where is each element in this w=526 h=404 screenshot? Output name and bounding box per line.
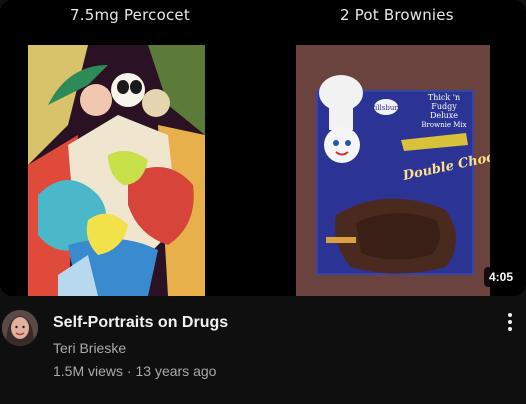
dot	[508, 320, 512, 324]
dot	[508, 313, 512, 317]
channel-avatar[interactable]	[2, 310, 38, 346]
video-metadata: 1.5M views · 13 years ago	[53, 361, 216, 381]
brownie-box-image: Pillsbury Thick 'n Fudgy Deluxe Brownie …	[296, 45, 526, 296]
video-thumbnail[interactable]: 7.5mg Percocet 2 Pot Brownies Pillsbury …	[0, 0, 526, 296]
box-tagline-1: Thick 'n	[428, 93, 460, 102]
box-tagline-3: Deluxe	[430, 111, 458, 120]
duration-badge: 4:05	[483, 267, 518, 287]
upload-age: 13 years ago	[135, 363, 217, 379]
box-tagline-2: Fudgy	[431, 102, 457, 111]
box-tagline-4: Brownie Mix	[421, 121, 466, 129]
meta-separator: ·	[126, 363, 132, 379]
view-count: 1.5M views	[53, 363, 124, 379]
video-title[interactable]: Self-Portraits on Drugs	[53, 313, 483, 333]
dot	[508, 327, 512, 331]
thumbnail-caption-right: 2 Pot Brownies	[340, 6, 454, 24]
thumbnail-caption-left: 7.5mg Percocet	[70, 6, 190, 24]
channel-name[interactable]: Teri Brieske	[53, 338, 126, 358]
percocet-portrait-image	[28, 45, 205, 296]
box-brand: Pillsbury	[370, 104, 401, 112]
more-vert-icon[interactable]	[498, 310, 522, 334]
